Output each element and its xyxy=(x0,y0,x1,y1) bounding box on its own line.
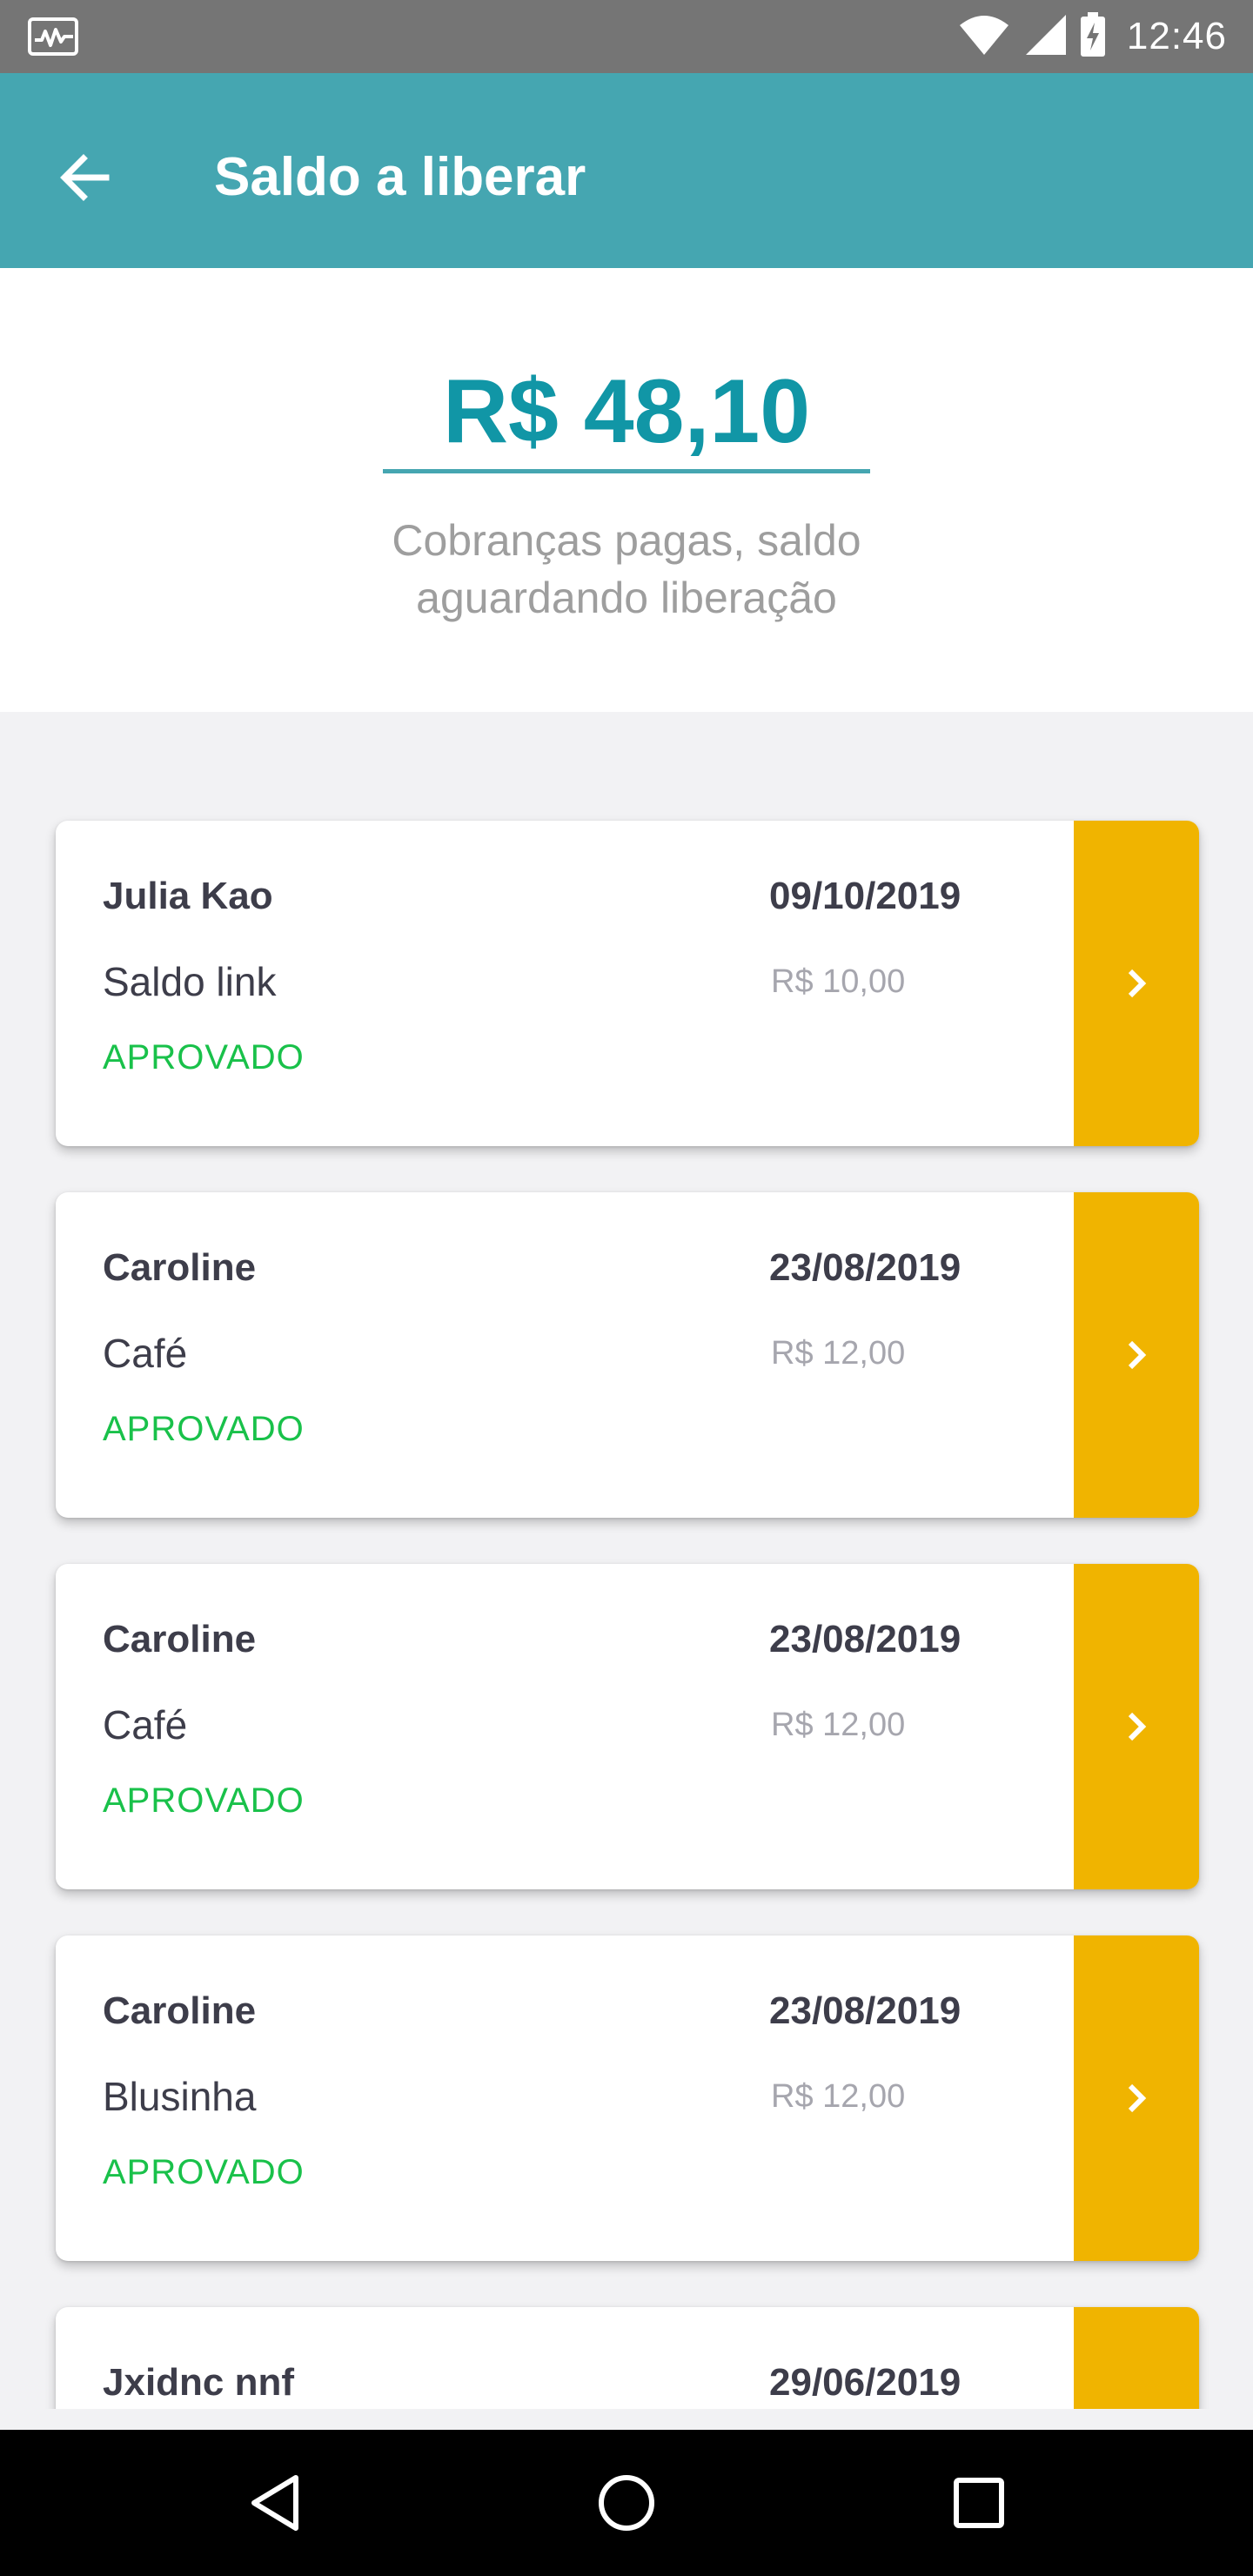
back-button[interactable] xyxy=(42,134,129,221)
arrow-left-icon xyxy=(60,154,110,201)
status-time: 12:46 xyxy=(1126,15,1227,57)
balance-underline xyxy=(383,469,870,473)
transaction-list[interactable]: Julia Kao Saldo link APROVADO 09/10/2019… xyxy=(0,712,1253,2409)
system-nav-bar xyxy=(0,2430,1253,2576)
status-badge: APROVADO xyxy=(103,1038,305,1077)
payer-name: Caroline xyxy=(103,1989,257,2032)
charge-value: R$ 10,00 xyxy=(771,963,906,1000)
transaction-card[interactable]: Caroline Café APROVADO 23/08/2019 R$ 12,… xyxy=(56,1564,1199,1889)
payer-name: Caroline xyxy=(103,1246,257,1289)
charge-date: 09/10/2019 xyxy=(769,875,962,917)
balance-caption-line2: aguardando liberação xyxy=(416,574,837,622)
status-badge: APROVADO xyxy=(103,2153,305,2191)
wifi-icon xyxy=(958,13,1010,61)
balance-caption-line1: Cobranças pagas, saldo xyxy=(392,516,861,565)
nav-recents-button[interactable] xyxy=(935,2459,1022,2546)
balance-caption: Cobranças pagas, saldo aguardando libera… xyxy=(0,512,1253,627)
charge-value: R$ 12,00 xyxy=(771,1707,906,1743)
chevron-right-icon xyxy=(1128,1712,1147,1741)
charge-date: 23/08/2019 xyxy=(769,1618,962,1660)
page-title: Saldo a liberar xyxy=(214,147,586,207)
nav-home-button[interactable] xyxy=(583,2459,670,2546)
charge-description: Café xyxy=(103,1331,188,1376)
home-circle-icon xyxy=(599,2475,654,2531)
open-details-button[interactable] xyxy=(1074,2307,1199,2409)
payer-name: Jxidnc nnf xyxy=(103,2361,295,2404)
chevron-right-icon xyxy=(1128,969,1147,998)
status-badge: APROVADO xyxy=(103,1781,305,1820)
recents-square-icon xyxy=(954,2478,1004,2528)
open-details-button[interactable] xyxy=(1074,821,1199,1146)
charge-description: Café xyxy=(103,1702,188,1748)
activity-icon xyxy=(28,17,78,56)
signal-icon xyxy=(1022,13,1068,61)
status-bar: 12:46 xyxy=(0,0,1253,73)
charge-description: Blusinha xyxy=(103,2074,257,2119)
transaction-card[interactable]: Jxidnc nnf 29/06/2019 xyxy=(56,2307,1199,2409)
open-details-button[interactable] xyxy=(1074,1564,1199,1889)
charge-value: R$ 12,00 xyxy=(771,1335,906,1372)
charge-date: 23/08/2019 xyxy=(769,1989,962,2032)
status-icons: 12:46 xyxy=(958,9,1227,64)
transaction-card[interactable]: Caroline Blusinha APROVADO 23/08/2019 R$… xyxy=(56,1935,1199,2261)
status-badge: APROVADO xyxy=(103,1410,305,1448)
payer-name: Caroline xyxy=(103,1618,257,1660)
battery-charging-icon xyxy=(1080,11,1106,62)
charge-date: 23/08/2019 xyxy=(769,1246,962,1289)
transaction-card[interactable]: Caroline Café APROVADO 23/08/2019 R$ 12,… xyxy=(56,1192,1199,1518)
nav-back-button[interactable] xyxy=(231,2459,318,2546)
charge-value: R$ 12,00 xyxy=(771,2078,906,2115)
transaction-card[interactable]: Julia Kao Saldo link APROVADO 09/10/2019… xyxy=(56,821,1199,1146)
app-bar: Saldo a liberar xyxy=(0,73,1253,268)
chevron-right-icon xyxy=(1128,1340,1147,1370)
screen: 12:46 Saldo a liberar R$ 48,10 Cobranças… xyxy=(0,0,1253,2576)
chevron-right-icon xyxy=(1128,2083,1147,2113)
payer-name: Julia Kao xyxy=(103,875,273,917)
open-details-button[interactable] xyxy=(1074,1192,1199,1518)
balance-amount: R$ 48,10 xyxy=(442,361,811,462)
charge-description: Saldo link xyxy=(103,959,277,1004)
open-details-button[interactable] xyxy=(1074,1935,1199,2261)
charge-date: 29/06/2019 xyxy=(769,2361,962,2404)
back-triangle-icon xyxy=(251,2475,298,2531)
balance-summary: R$ 48,10 Cobranças pagas, saldo aguardan… xyxy=(0,268,1253,712)
